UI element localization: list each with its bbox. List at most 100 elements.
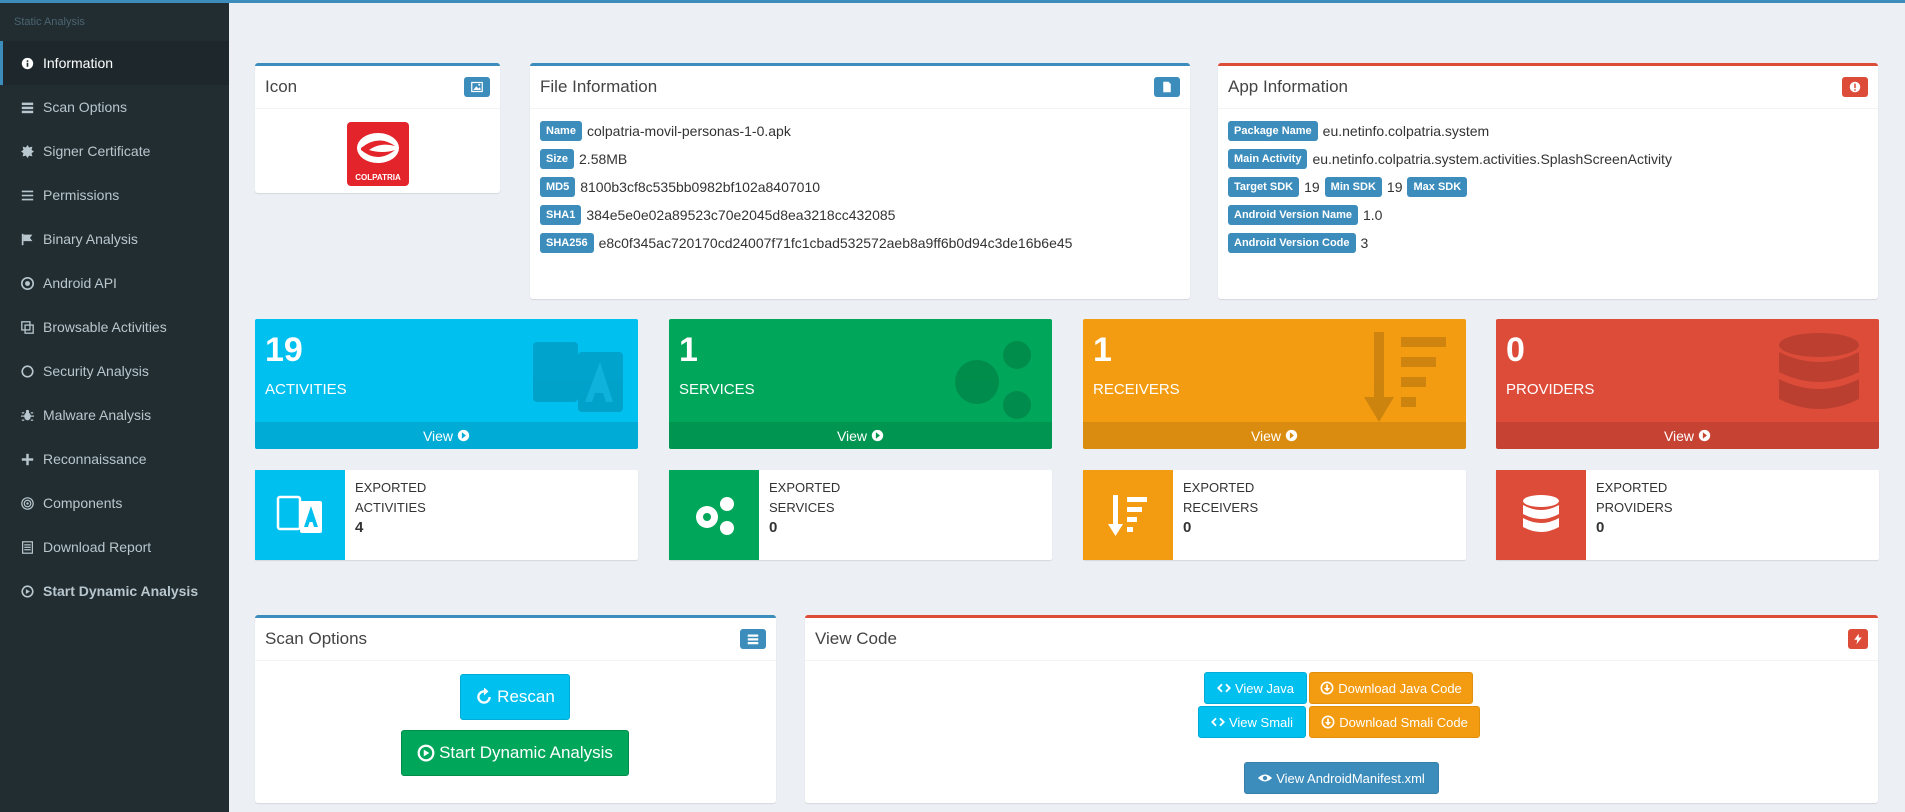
download-java-code-label: Download Java Code bbox=[1338, 680, 1462, 696]
file-sha1-label: SHA1 bbox=[540, 205, 582, 225]
activities-view-link[interactable]: View bbox=[255, 422, 638, 449]
file-name-label: Name bbox=[540, 121, 582, 141]
version-name-value: 1.0 bbox=[1362, 207, 1383, 223]
top-accent-bar bbox=[229, 0, 1905, 3]
sidebar-item-information[interactable]: Information bbox=[0, 41, 229, 85]
sidebar-item-android-api[interactable]: Android API bbox=[0, 261, 229, 305]
sidebar-item-label: Components bbox=[43, 495, 123, 511]
activities-label: ACTIVITIES bbox=[265, 381, 347, 398]
package-label: Package Name bbox=[1228, 121, 1318, 141]
sidebar-item-binary-analysis[interactable]: Binary Analysis bbox=[0, 217, 229, 261]
exported-activities-box: EXPORTED ACTIVITIES 4 bbox=[255, 470, 638, 560]
receivers-view-link[interactable]: View bbox=[1083, 422, 1466, 449]
activities-count: 19 bbox=[265, 331, 303, 369]
exported-receivers-line2: RECEIVERS bbox=[1183, 500, 1259, 515]
sidebar-item-signer-certificate[interactable]: Signer Certificate bbox=[0, 129, 229, 173]
file-icon[interactable] bbox=[1154, 77, 1180, 97]
services-view-label: View bbox=[836, 427, 868, 444]
server-icon[interactable] bbox=[740, 629, 766, 649]
file-md5-row: MD5 8100b3cf8c535bb0982bf102a8407010 bbox=[540, 177, 1077, 197]
file-md5-value: 8100b3cf8c535bb0982bf102a8407010 bbox=[580, 179, 821, 195]
rescan-button[interactable]: Rescan bbox=[460, 674, 570, 720]
start-dynamic-analysis-button[interactable]: Start Dynamic Analysis bbox=[401, 730, 629, 776]
activities-stat-box: 19 ACTIVITIES View bbox=[255, 319, 638, 449]
sidebar-item-start-dynamic-analysis[interactable]: Start Dynamic Analysis bbox=[0, 569, 229, 613]
sort-amount-down-icon bbox=[1083, 470, 1173, 560]
play-circle-icon bbox=[21, 584, 43, 598]
sidebar-item-label: Security Analysis bbox=[43, 363, 149, 379]
sidebar-item-label: Scan Options bbox=[43, 99, 128, 115]
sidebar-item-browsable-activities[interactable]: Browsable Activities bbox=[0, 305, 229, 349]
arrow-circle-right-icon bbox=[1285, 429, 1298, 442]
sidebar-item-label: Browsable Activities bbox=[43, 319, 167, 335]
sidebar-item-label: Android API bbox=[43, 275, 117, 291]
sidebar-item-reconnaissance[interactable]: Reconnaissance bbox=[0, 437, 229, 481]
view-smali-button[interactable]: View Smali bbox=[1198, 706, 1306, 738]
view-smali-label: View Smali bbox=[1228, 714, 1294, 730]
file-size-row: Size 2.58MB bbox=[540, 149, 1077, 169]
view-java-button[interactable]: View Java bbox=[1204, 672, 1307, 704]
code-icon bbox=[1216, 683, 1231, 693]
scan-options-box: Scan Options Rescan Start Dynamic Analys… bbox=[255, 615, 776, 803]
sidebar-item-label: Signer Certificate bbox=[43, 143, 151, 159]
exported-receivers-text: EXPORTED RECEIVERS bbox=[1183, 478, 1333, 518]
providers-view-label: View bbox=[1663, 427, 1695, 444]
exported-providers-box: EXPORTED PROVIDERS 0 bbox=[1496, 470, 1879, 560]
min-sdk-label: Min SDK bbox=[1324, 177, 1382, 197]
view-java-label: View Java bbox=[1234, 680, 1294, 696]
file-sha256-label: SHA256 bbox=[540, 233, 594, 253]
view-code-box: View Code View Java Download Java Code V… bbox=[805, 615, 1878, 803]
exclamation-circle-icon[interactable] bbox=[1842, 77, 1868, 97]
bug-icon bbox=[21, 409, 43, 422]
sidebar-item-label: Binary Analysis bbox=[43, 231, 138, 247]
app-information-box: App Information Package Name eu.netinfo.c… bbox=[1218, 63, 1878, 299]
language-icon bbox=[255, 470, 345, 560]
exported-services-line2: SERVICES bbox=[769, 500, 835, 515]
file-sha256-value: e8c0f345ac720170cd24007f71fc1cbad532572a… bbox=[598, 235, 1073, 251]
app-logo-text: COLPATRIA bbox=[355, 173, 401, 182]
sidebar-item-download-report[interactable]: Download Report bbox=[0, 525, 229, 569]
list-icon bbox=[21, 189, 43, 202]
exported-providers-text: EXPORTED PROVIDERS bbox=[1596, 478, 1746, 518]
exported-activities-count: 4 bbox=[355, 519, 364, 536]
file-information-box: File Information Name colpatria-movil-per… bbox=[530, 63, 1190, 299]
arrow-circle-right-icon bbox=[1698, 429, 1711, 442]
services-view-link[interactable]: View bbox=[669, 422, 1052, 449]
providers-count: 0 bbox=[1506, 331, 1525, 369]
language-icon bbox=[528, 327, 628, 427]
max-sdk-label: Max SDK bbox=[1407, 177, 1468, 197]
sidebar-item-permissions[interactable]: Permissions bbox=[0, 173, 229, 217]
file-name-value: colpatria-movil-personas-1-0.apk bbox=[586, 123, 791, 139]
app-information-header: App Information bbox=[1218, 66, 1878, 109]
receivers-count: 1 bbox=[1093, 331, 1112, 369]
code-icon bbox=[1210, 717, 1225, 727]
sidebar-item-components[interactable]: Components bbox=[0, 481, 229, 525]
server-icon bbox=[21, 101, 43, 114]
providers-view-link[interactable]: View bbox=[1496, 422, 1879, 449]
scan-options-title: Scan Options bbox=[265, 629, 368, 648]
download-smali-code-button[interactable]: Download Smali Code bbox=[1309, 706, 1480, 738]
circle-icon bbox=[21, 364, 43, 378]
sidebar-item-label: Download Report bbox=[43, 539, 152, 555]
refresh-icon bbox=[477, 688, 491, 704]
icon-box: Icon COLPATRIA bbox=[255, 63, 500, 193]
sidebar-item-scan-options[interactable]: Scan Options bbox=[0, 85, 229, 129]
target-sdk-label: Target SDK bbox=[1228, 177, 1300, 197]
image-icon[interactable] bbox=[464, 77, 490, 97]
exported-services-text: EXPORTED SERVICES bbox=[769, 478, 919, 518]
file-information-header: File Information bbox=[530, 66, 1190, 109]
providers-stat-box: 0 PROVIDERS View bbox=[1496, 319, 1879, 449]
providers-label: PROVIDERS bbox=[1506, 381, 1595, 398]
view-code-header: View Code bbox=[805, 618, 1878, 661]
sidebar-item-security-analysis[interactable]: Security Analysis bbox=[0, 349, 229, 393]
sidebar-item-malware-analysis[interactable]: Malware Analysis bbox=[0, 393, 229, 437]
package-value: eu.netinfo.colpatria.system bbox=[1322, 123, 1490, 139]
exported-providers-line2: PROVIDERS bbox=[1596, 500, 1673, 515]
exported-providers-line1: EXPORTED bbox=[1596, 480, 1668, 495]
download-java-code-button[interactable]: Download Java Code bbox=[1309, 672, 1473, 704]
database-icon bbox=[1769, 327, 1869, 427]
bolt-icon[interactable] bbox=[1848, 629, 1868, 649]
download-circle-icon bbox=[1321, 715, 1335, 729]
view-android-manifest-button[interactable]: View AndroidManifest.xml bbox=[1244, 762, 1439, 794]
start-dynamic-analysis-label: Start Dynamic Analysis bbox=[439, 743, 613, 762]
